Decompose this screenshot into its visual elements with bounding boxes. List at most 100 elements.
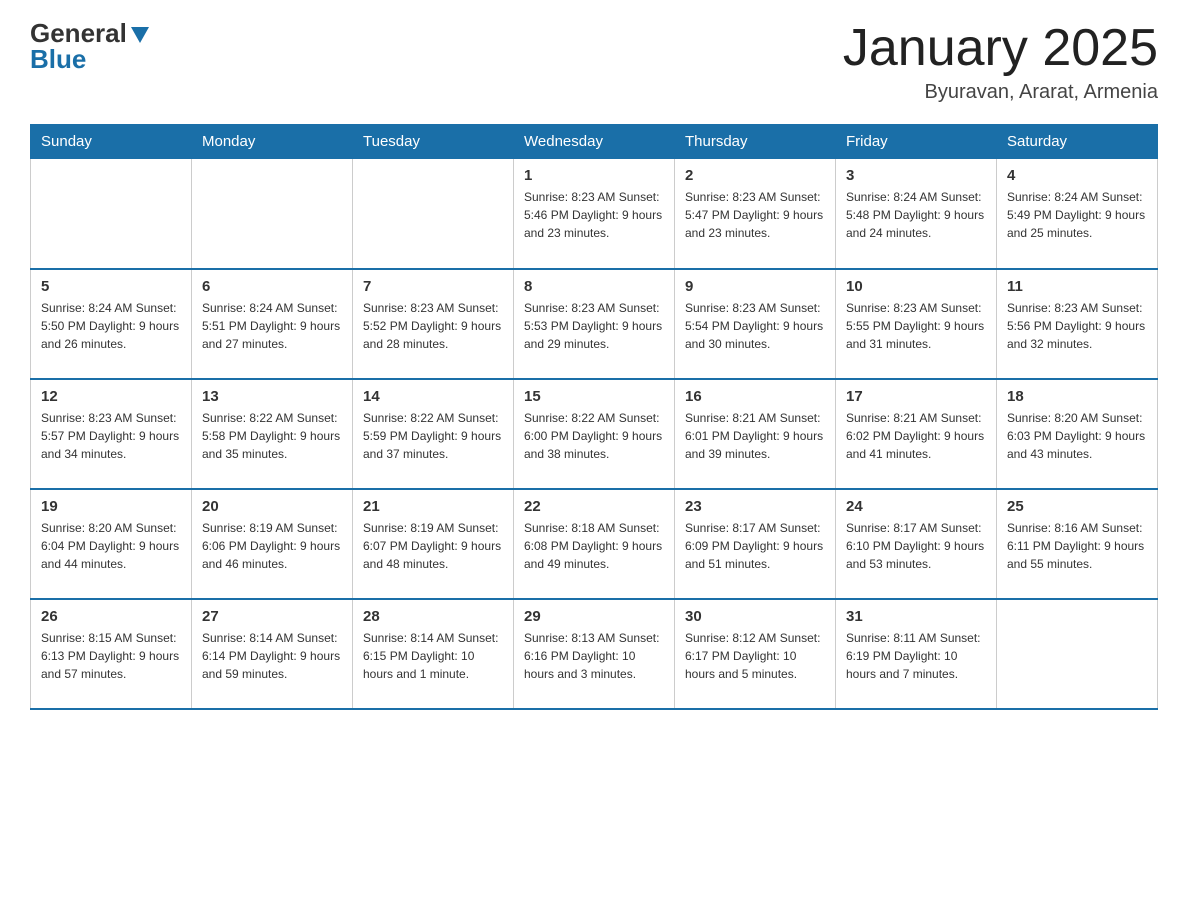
calendar-week-row: 12 Sunrise: 8:23 AM Sunset: 5:57 PM Dayli… [31, 379, 1158, 489]
day-number: 29 [524, 608, 664, 625]
day-number: 6 [202, 278, 342, 295]
calendar-cell: 5 Sunrise: 8:24 AM Sunset: 5:50 PM Daylig… [31, 269, 192, 379]
day-number: 4 [1007, 167, 1147, 184]
day-number: 3 [846, 167, 986, 184]
day-info: Sunrise: 8:21 AM Sunset: 6:01 PM Dayligh… [685, 409, 825, 463]
day-info: Sunrise: 8:24 AM Sunset: 5:50 PM Dayligh… [41, 299, 181, 353]
day-number: 10 [846, 278, 986, 295]
day-info: Sunrise: 8:23 AM Sunset: 5:46 PM Dayligh… [524, 188, 664, 242]
calendar-cell: 10 Sunrise: 8:23 AM Sunset: 5:55 PM Dayli… [836, 269, 997, 379]
calendar-title: January 2025 [843, 20, 1158, 77]
calendar-cell: 13Sunrise: 8:22 AM Sunset: 5:58 PM Dayli… [192, 379, 353, 489]
calendar-cell: 6 Sunrise: 8:24 AM Sunset: 5:51 PM Daylig… [192, 269, 353, 379]
day-info: Sunrise: 8:16 AM Sunset: 6:11 PM Dayligh… [1007, 519, 1147, 573]
day-info: Sunrise: 8:19 AM Sunset: 6:07 PM Dayligh… [363, 519, 503, 573]
calendar-cell: 2 Sunrise: 8:23 AM Sunset: 5:47 PM Daylig… [675, 159, 836, 269]
logo: General Blue [30, 20, 151, 72]
calendar-week-row: 1Sunrise: 8:23 AM Sunset: 5:46 PM Daylig… [31, 159, 1158, 269]
calendar-cell: 30Sunrise: 8:12 AM Sunset: 6:17 PM Dayli… [675, 599, 836, 709]
col-header-saturday: Saturday [997, 125, 1158, 159]
day-number: 16 [685, 388, 825, 405]
day-info: Sunrise: 8:22 AM Sunset: 5:59 PM Dayligh… [363, 409, 503, 463]
calendar-cell: 20Sunrise: 8:19 AM Sunset: 6:06 PM Dayli… [192, 489, 353, 599]
calendar-cell: 24 Sunrise: 8:17 AM Sunset: 6:10 PM Dayli… [836, 489, 997, 599]
day-number: 2 [685, 167, 825, 184]
day-info: Sunrise: 8:14 AM Sunset: 6:14 PM Dayligh… [202, 629, 342, 683]
calendar-cell [353, 159, 514, 269]
day-number: 11 [1007, 278, 1147, 295]
calendar-cell: 17 Sunrise: 8:21 AM Sunset: 6:02 PM Dayli… [836, 379, 997, 489]
day-number: 27 [202, 608, 342, 625]
calendar-cell [192, 159, 353, 269]
day-info: Sunrise: 8:21 AM Sunset: 6:02 PM Dayligh… [846, 409, 986, 463]
calendar-cell: 14 Sunrise: 8:22 AM Sunset: 5:59 PM Dayli… [353, 379, 514, 489]
calendar-cell: 12 Sunrise: 8:23 AM Sunset: 5:57 PM Dayli… [31, 379, 192, 489]
day-info: Sunrise: 8:22 AM Sunset: 5:58 PM Dayligh… [202, 409, 342, 463]
day-info: Sunrise: 8:13 AM Sunset: 6:16 PM Dayligh… [524, 629, 664, 683]
day-number: 9 [685, 278, 825, 295]
day-info: Sunrise: 8:23 AM Sunset: 5:54 PM Dayligh… [685, 299, 825, 353]
day-info: Sunrise: 8:23 AM Sunset: 5:56 PM Dayligh… [1007, 299, 1147, 353]
day-number: 25 [1007, 498, 1147, 515]
calendar-table: SundayMondayTuesdayWednesdayThursdayFrid… [30, 124, 1158, 710]
col-header-thursday: Thursday [675, 125, 836, 159]
day-number: 31 [846, 608, 986, 625]
calendar-cell: 1Sunrise: 8:23 AM Sunset: 5:46 PM Daylig… [514, 159, 675, 269]
calendar-cell: 27 Sunrise: 8:14 AM Sunset: 6:14 PM Dayli… [192, 599, 353, 709]
day-number: 15 [524, 388, 664, 405]
day-info: Sunrise: 8:15 AM Sunset: 6:13 PM Dayligh… [41, 629, 181, 683]
day-info: Sunrise: 8:24 AM Sunset: 5:49 PM Dayligh… [1007, 188, 1147, 242]
day-number: 30 [685, 608, 825, 625]
day-number: 24 [846, 498, 986, 515]
day-info: Sunrise: 8:23 AM Sunset: 5:55 PM Dayligh… [846, 299, 986, 353]
col-header-wednesday: Wednesday [514, 125, 675, 159]
day-number: 7 [363, 278, 503, 295]
calendar-header-row: SundayMondayTuesdayWednesdayThursdayFrid… [31, 125, 1158, 159]
day-number: 18 [1007, 388, 1147, 405]
calendar-cell: 8Sunrise: 8:23 AM Sunset: 5:53 PM Daylig… [514, 269, 675, 379]
calendar-subtitle: Byuravan, Ararat, Armenia [843, 81, 1158, 104]
logo-blue-text: Blue [30, 46, 151, 72]
day-number: 8 [524, 278, 664, 295]
calendar-week-row: 19 Sunrise: 8:20 AM Sunset: 6:04 PM Dayli… [31, 489, 1158, 599]
day-number: 23 [685, 498, 825, 515]
calendar-cell: 7 Sunrise: 8:23 AM Sunset: 5:52 PM Daylig… [353, 269, 514, 379]
day-number: 5 [41, 278, 181, 295]
col-header-tuesday: Tuesday [353, 125, 514, 159]
day-info: Sunrise: 8:20 AM Sunset: 6:04 PM Dayligh… [41, 519, 181, 573]
day-info: Sunrise: 8:23 AM Sunset: 5:52 PM Dayligh… [363, 299, 503, 353]
col-header-monday: Monday [192, 125, 353, 159]
day-number: 26 [41, 608, 181, 625]
calendar-cell: 28 Sunrise: 8:14 AM Sunset: 6:15 PM Dayli… [353, 599, 514, 709]
calendar-cell: 23Sunrise: 8:17 AM Sunset: 6:09 PM Dayli… [675, 489, 836, 599]
calendar-cell [997, 599, 1158, 709]
day-number: 20 [202, 498, 342, 515]
day-number: 14 [363, 388, 503, 405]
day-info: Sunrise: 8:17 AM Sunset: 6:10 PM Dayligh… [846, 519, 986, 573]
day-info: Sunrise: 8:24 AM Sunset: 5:51 PM Dayligh… [202, 299, 342, 353]
day-info: Sunrise: 8:20 AM Sunset: 6:03 PM Dayligh… [1007, 409, 1147, 463]
logo-general-text: General [30, 20, 127, 46]
day-number: 21 [363, 498, 503, 515]
day-number: 12 [41, 388, 181, 405]
col-header-friday: Friday [836, 125, 997, 159]
calendar-cell: 11 Sunrise: 8:23 AM Sunset: 5:56 PM Dayli… [997, 269, 1158, 379]
day-info: Sunrise: 8:14 AM Sunset: 6:15 PM Dayligh… [363, 629, 503, 683]
calendar-cell: 31Sunrise: 8:11 AM Sunset: 6:19 PM Dayli… [836, 599, 997, 709]
calendar-cell: 15 Sunrise: 8:22 AM Sunset: 6:00 PM Dayli… [514, 379, 675, 489]
day-number: 19 [41, 498, 181, 515]
calendar-week-row: 26 Sunrise: 8:15 AM Sunset: 6:13 PM Dayli… [31, 599, 1158, 709]
logo-triangle-icon [129, 23, 151, 45]
calendar-cell: 21 Sunrise: 8:19 AM Sunset: 6:07 PM Dayli… [353, 489, 514, 599]
day-number: 28 [363, 608, 503, 625]
calendar-cell: 16 Sunrise: 8:21 AM Sunset: 6:01 PM Dayli… [675, 379, 836, 489]
calendar-week-row: 5 Sunrise: 8:24 AM Sunset: 5:50 PM Daylig… [31, 269, 1158, 379]
title-block: January 2025 Byuravan, Ararat, Armenia [843, 20, 1158, 104]
page-header: General Blue January 2025 Byuravan, Arar… [30, 20, 1158, 104]
calendar-cell: 26 Sunrise: 8:15 AM Sunset: 6:13 PM Dayli… [31, 599, 192, 709]
day-info: Sunrise: 8:23 AM Sunset: 5:47 PM Dayligh… [685, 188, 825, 242]
day-number: 17 [846, 388, 986, 405]
calendar-cell: 3Sunrise: 8:24 AM Sunset: 5:48 PM Daylig… [836, 159, 997, 269]
day-info: Sunrise: 8:22 AM Sunset: 6:00 PM Dayligh… [524, 409, 664, 463]
day-info: Sunrise: 8:23 AM Sunset: 5:57 PM Dayligh… [41, 409, 181, 463]
